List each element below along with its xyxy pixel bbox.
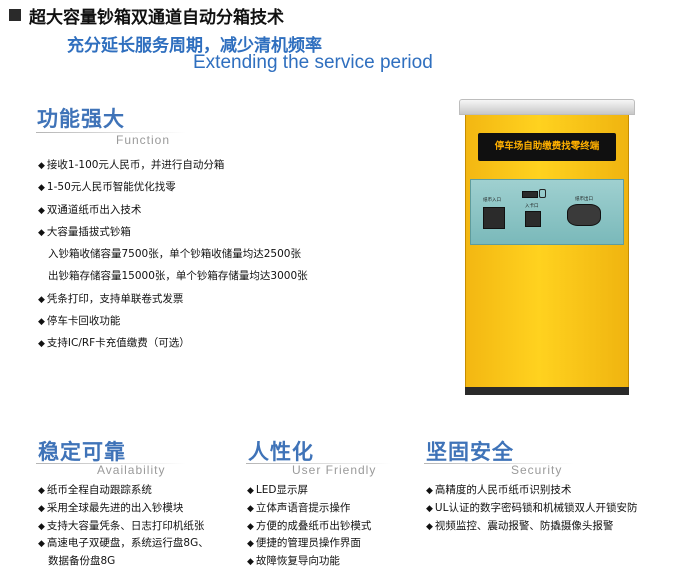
list-item: 出钞箱存储容量15000张，单个钞箱存储量均达3000张 xyxy=(48,270,308,283)
function-heading-en: Function xyxy=(116,133,171,147)
list-item: 停车卡回收功能 xyxy=(38,310,308,332)
banknote-input-slot xyxy=(483,207,505,229)
list-item: 高精度的人民币纸币识别技术 xyxy=(426,482,637,500)
banknote-output-slot xyxy=(567,204,601,226)
list-item: 入钞箱收储容量7500张，单个钞箱收储量均达2500张 xyxy=(48,248,301,261)
security-heading: 坚固安全 xyxy=(426,440,514,464)
list-item: 纸币全程自动跟踪系统 xyxy=(38,482,209,500)
list-item: 支持大容量凭条、日志打印机纸张 xyxy=(38,518,209,536)
card-icon xyxy=(539,189,546,198)
user-friendly-heading: 人性化 xyxy=(248,440,314,464)
subtitle-english: Extending the service period xyxy=(193,52,433,73)
kiosk-top-cap xyxy=(459,99,635,115)
banknote-input-label: 纸币入口 xyxy=(483,198,501,203)
list-item: UL认证的数字密码锁和机械锁双人开锁安防 xyxy=(426,500,638,518)
security-list: 高精度的人民币纸币识别技术 UL认证的数字密码锁和机械锁双人开锁安防 视频监控、… xyxy=(426,482,638,536)
function-list: 接收1-100元人民币，并进行自动分箱 1-50元人民币智能优化找零 双通道纸币… xyxy=(38,154,308,355)
availability-list: 纸币全程自动跟踪系统 采用全球最先进的出入钞模块 支持大容量凭条、日志打印机纸张… xyxy=(38,482,209,571)
list-item: 支持IC/RF卡充值缴费（可选） xyxy=(38,332,308,354)
list-item: 故障恢复导向功能 xyxy=(247,553,371,571)
list-item: 视频监控、震动报警、防撬摄像头报警 xyxy=(426,518,637,536)
kiosk-screen-text: 停车场自助缴费找零终端 xyxy=(494,141,600,152)
user-friendly-list: LED显示屏 立体声语音提示操作 方便的成叠纸币出钞模式 便捷的管理员操作界面 … xyxy=(247,482,372,571)
list-item: 采用全球最先进的出入钞模块 xyxy=(38,500,209,518)
list-item: 1-50元人民币智能优化找零 xyxy=(38,176,308,198)
kiosk-image: 停车场自助缴费找零终端 纸币入口 入卡口 纸币出口 xyxy=(459,99,635,395)
title-square-icon xyxy=(9,9,21,21)
list-item: 便捷的管理员操作界面 xyxy=(247,535,371,553)
receipt-slot xyxy=(522,191,538,198)
security-heading-en: Security xyxy=(511,463,563,477)
card-input-label: 入卡口 xyxy=(525,204,539,209)
list-item: 双通道纸币出入技术 xyxy=(38,199,308,221)
kiosk-control-panel: 纸币入口 入卡口 纸币出口 xyxy=(470,179,624,245)
banknote-output-label: 纸币出口 xyxy=(575,197,593,202)
list-item: 接收1-100元人民币，并进行自动分箱 xyxy=(38,154,308,176)
list-item: 大容量插拔式钞箱 xyxy=(38,221,308,243)
list-item: 立体声语音提示操作 xyxy=(247,500,371,518)
availability-heading-en: Availability xyxy=(97,463,166,477)
card-input-slot xyxy=(525,211,541,227)
kiosk-base xyxy=(465,387,629,395)
list-item: 数据备份盘8G xyxy=(48,555,116,568)
list-item: 高速电子双硬盘，系统运行盘8G、 xyxy=(38,535,209,553)
function-heading: 功能强大 xyxy=(37,107,125,131)
page-title: 超大容量钞箱双通道自动分箱技术 xyxy=(29,8,284,28)
user-friendly-heading-en: User Friendly xyxy=(292,463,377,477)
list-item: 凭条打印，支持单联卷式发票 xyxy=(38,288,308,310)
kiosk-led-screen: 停车场自助缴费找零终端 xyxy=(478,133,616,161)
list-item: 方便的成叠纸币出钞模式 xyxy=(247,518,372,536)
list-item: LED显示屏 xyxy=(247,482,371,500)
availability-heading: 稳定可靠 xyxy=(38,440,126,464)
